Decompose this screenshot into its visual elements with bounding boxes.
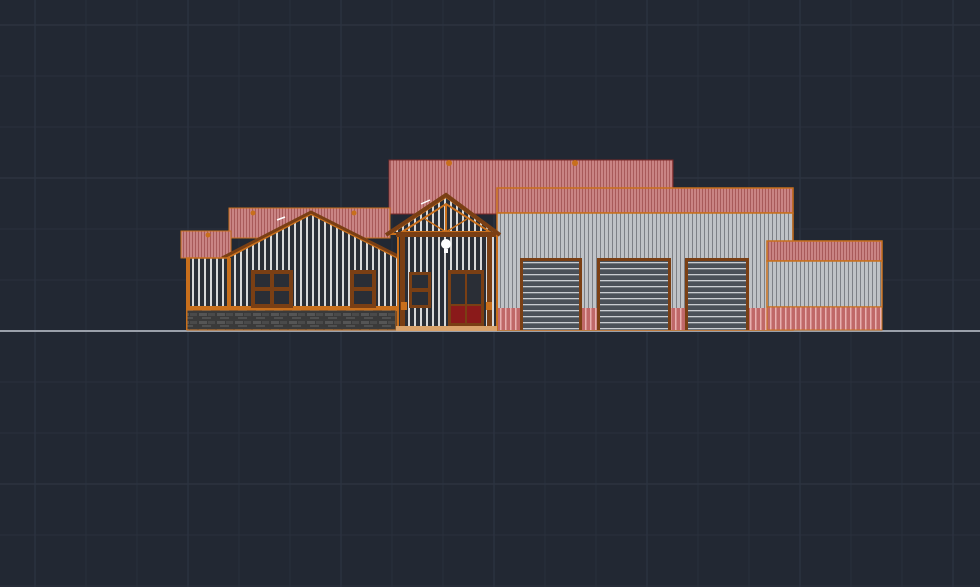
side-shed-wainscot <box>766 306 883 331</box>
entry-steps <box>396 326 497 331</box>
building-elevation <box>180 159 883 331</box>
side-shed-roof <box>766 240 883 262</box>
garage-door-1 <box>520 258 582 330</box>
side-shed-metal-siding <box>766 260 883 308</box>
garage-door-3 <box>685 258 749 330</box>
garage-roof <box>496 187 794 214</box>
entry-post <box>487 237 492 330</box>
cad-viewport[interactable] <box>0 0 980 587</box>
lantern-icon <box>486 302 492 310</box>
entry-window <box>409 272 431 308</box>
entry-beam <box>396 232 496 237</box>
lantern-icon <box>401 302 407 310</box>
board-and-batten-siding <box>186 257 230 311</box>
roof-vent-icon <box>351 210 357 216</box>
roof-vent-icon <box>572 160 578 166</box>
window-left <box>251 270 293 308</box>
roof-vent-icon <box>205 232 211 238</box>
entry-double-door <box>448 270 484 326</box>
stone-wainscot <box>186 309 397 331</box>
cad-drawing-canvas[interactable] <box>0 0 980 587</box>
garage-door-2 <box>597 258 671 330</box>
roof-vent-icon <box>446 160 452 166</box>
entry-post <box>400 237 405 330</box>
window-right <box>350 270 376 308</box>
roof-vent-icon <box>250 210 256 216</box>
